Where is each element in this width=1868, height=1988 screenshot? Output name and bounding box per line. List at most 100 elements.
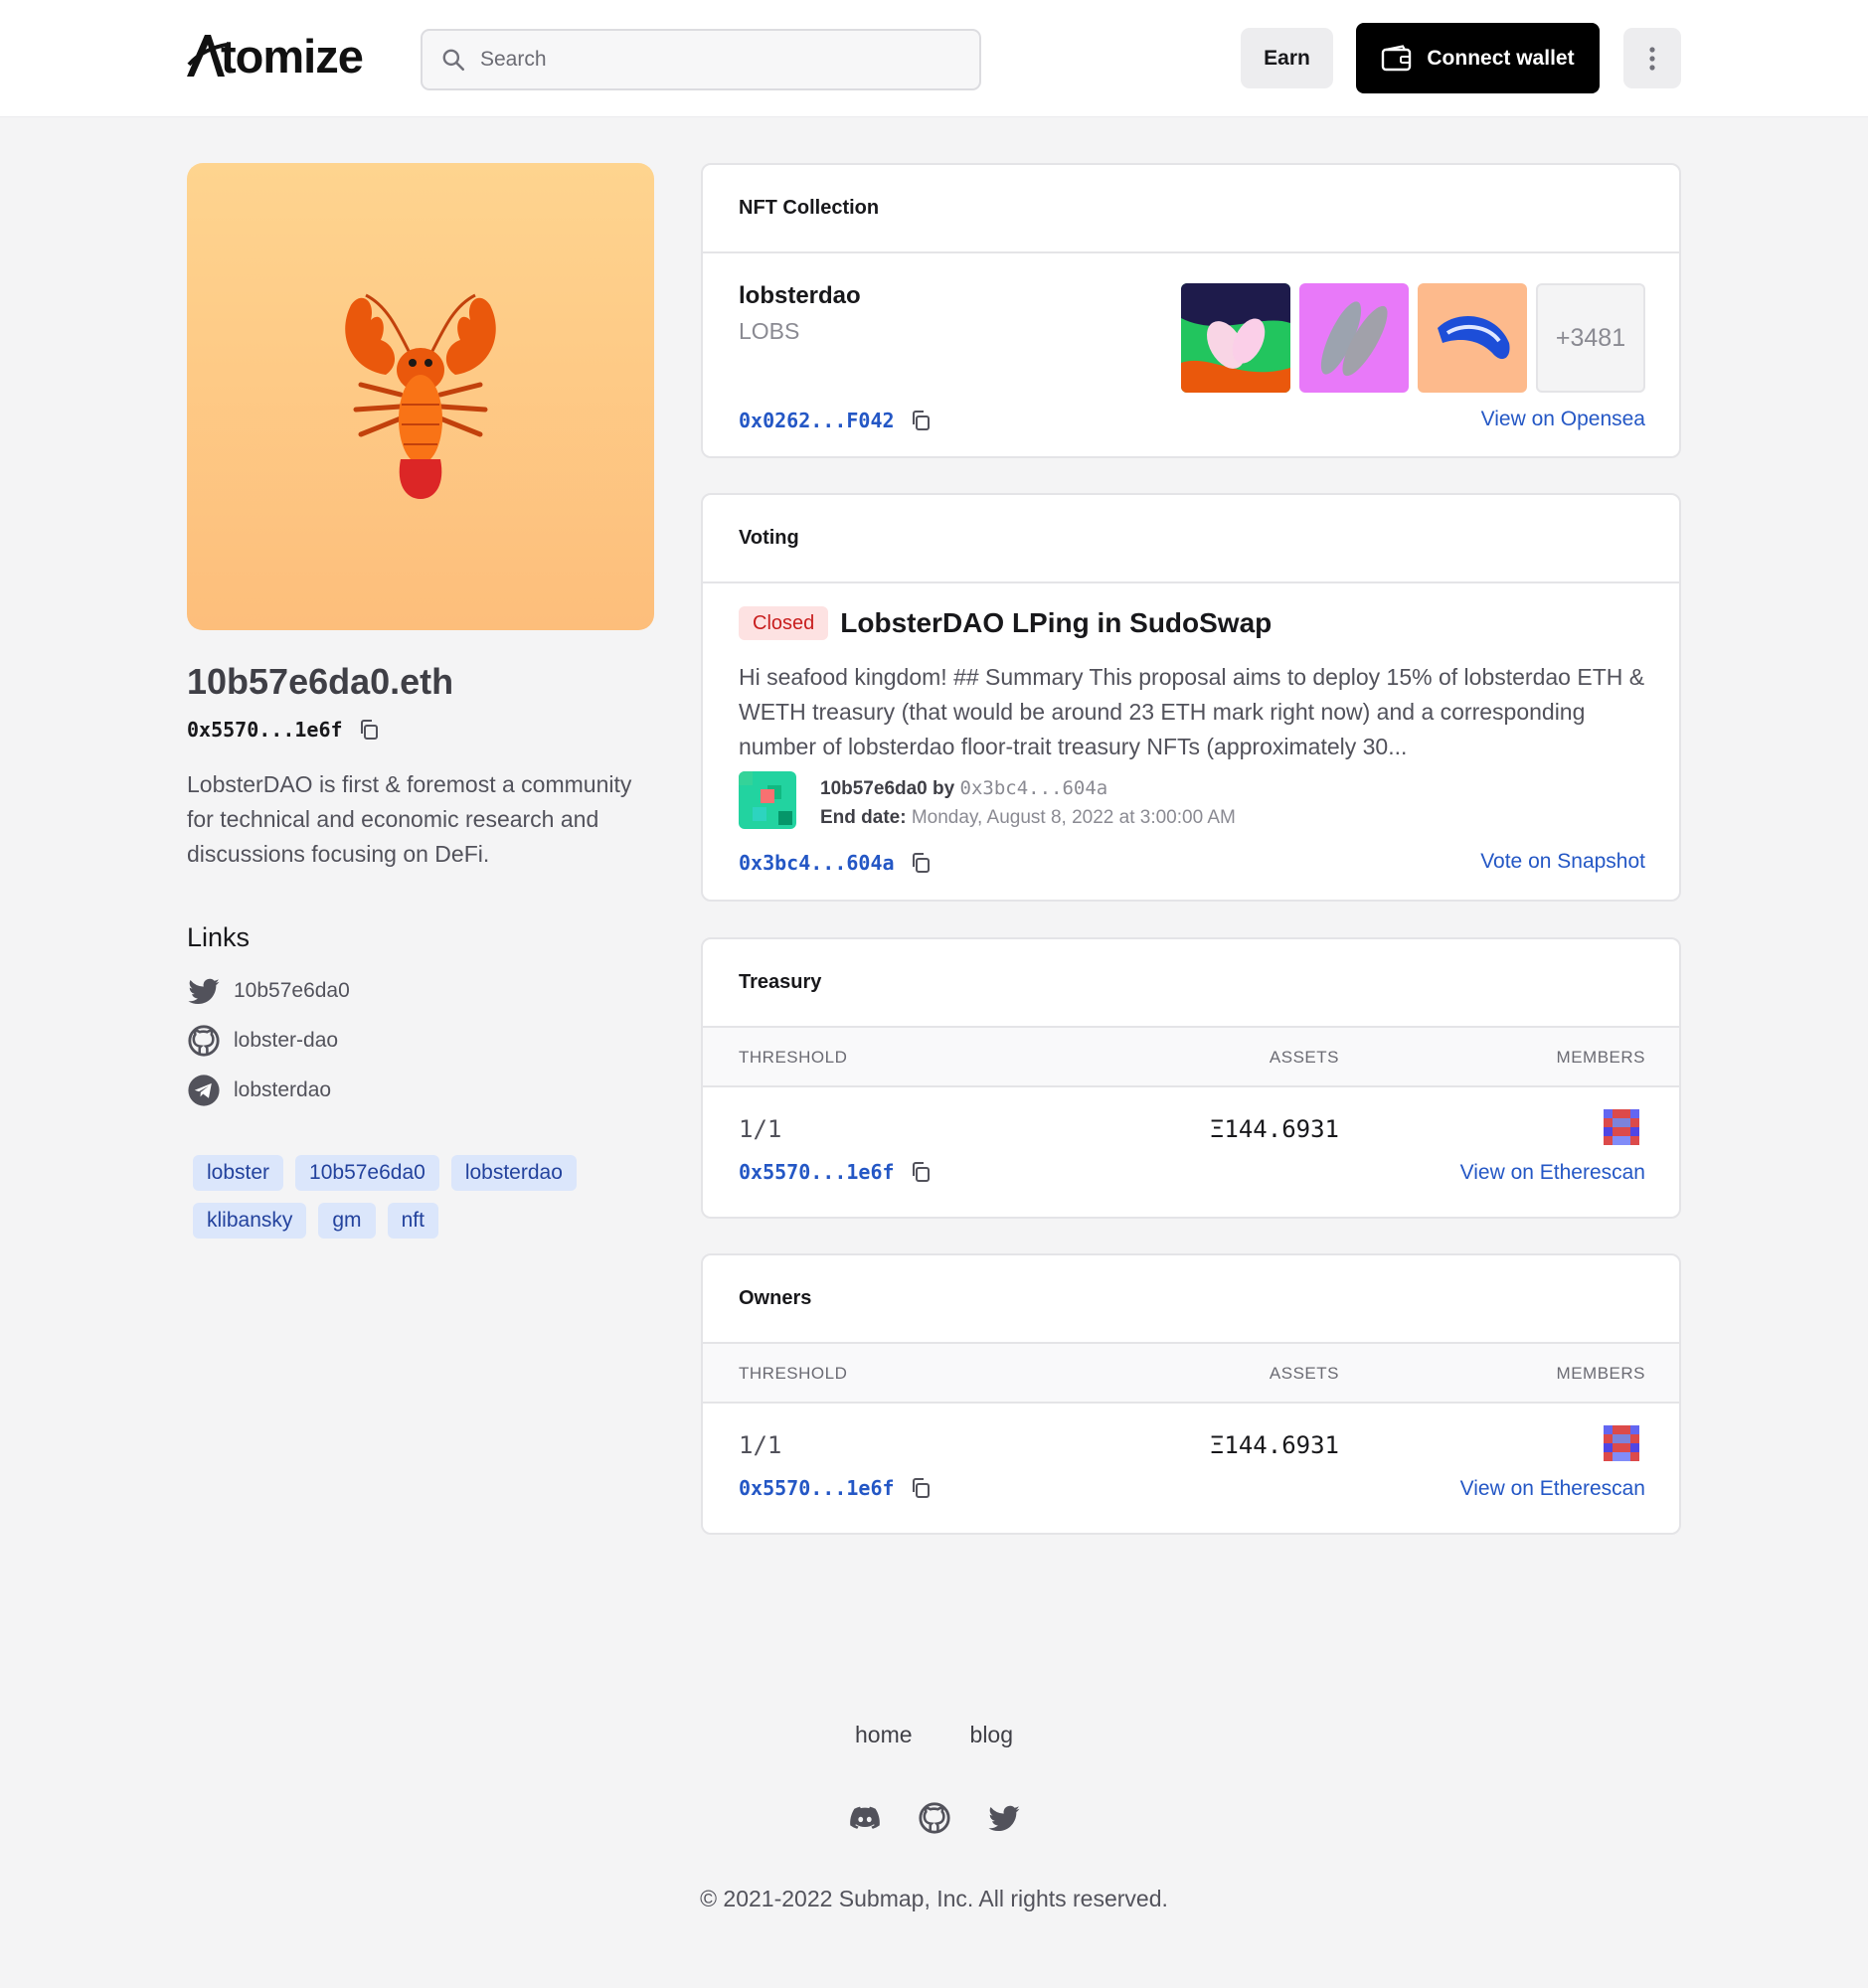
nft-collection-symbol: LOBS: [739, 318, 800, 344]
nft-more-count[interactable]: +3481: [1536, 283, 1645, 393]
tag[interactable]: klibansky: [193, 1203, 307, 1239]
logo[interactable]: tomize: [185, 28, 364, 83]
copy-icon[interactable]: [909, 851, 933, 875]
link-label: lobsterdao: [234, 1078, 332, 1101]
vote-on-snapshot-link[interactable]: Vote on Snapshot: [1480, 850, 1645, 874]
assets-value: Ξ144.6931: [1209, 1115, 1339, 1143]
proposal-title-row: Closed LobsterDAO LPing in SudoSwap: [739, 606, 1272, 640]
treasury-card: Treasury THRESHOLD ASSETS MEMBERS 1/1 Ξ1…: [701, 937, 1681, 1219]
more-menu-button[interactable]: [1623, 28, 1681, 88]
copy-icon[interactable]: [909, 1160, 933, 1184]
proposal-title[interactable]: LobsterDAO LPing in SudoSwap: [840, 607, 1272, 639]
threshold-value: 1/1: [739, 1115, 782, 1143]
col-assets: ASSETS: [1269, 1364, 1339, 1383]
footer-link-home[interactable]: home: [855, 1722, 913, 1748]
copy-icon[interactable]: [909, 1476, 933, 1500]
owners-address-text: 0x5570...1e6f: [739, 1476, 895, 1500]
nft-collection-name: lobsterdao: [739, 282, 861, 309]
voting-card: Voting Closed LobsterDAO LPing in SudoSw…: [701, 493, 1681, 902]
proposal-end-line: End date: Monday, August 8, 2022 at 3:00…: [820, 803, 1236, 832]
link-twitter[interactable]: 10b57e6da0: [187, 974, 350, 1008]
col-assets: ASSETS: [1269, 1048, 1339, 1067]
voting-card-heading: Voting: [703, 495, 1679, 583]
proposal-meta: 10b57e6da0 by 0x3bc4...604a End date: Mo…: [739, 771, 1236, 832]
view-on-etherscan-link[interactable]: View on Etherescan: [1460, 1161, 1645, 1185]
more-vertical-icon: [1649, 46, 1655, 71]
status-badge: Closed: [739, 606, 829, 640]
tag[interactable]: lobsterdao: [450, 1155, 577, 1191]
connect-wallet-label: Connect wallet: [1427, 46, 1575, 70]
logo-text: tomize: [221, 29, 364, 83]
proposal-meta-lines: 10b57e6da0 by 0x3bc4...604a End date: Mo…: [820, 774, 1236, 832]
footer-social-icons: [0, 1801, 1868, 1835]
proposal-body: Hi seafood kingdom! ## Summary This prop…: [739, 664, 1645, 759]
profile-address-row: 0x5570...1e6f: [187, 718, 381, 742]
col-threshold: THRESHOLD: [739, 1048, 848, 1067]
owners-card: Owners THRESHOLD ASSETS MEMBERS 1/1 Ξ144…: [701, 1253, 1681, 1535]
threshold-value: 1/1: [739, 1431, 782, 1459]
nft-thumbnail[interactable]: [1299, 283, 1409, 393]
footer-link-blog[interactable]: blog: [970, 1722, 1013, 1748]
search-input[interactable]: [480, 48, 957, 72]
twitter-icon: [188, 978, 220, 1005]
earn-button[interactable]: Earn: [1241, 28, 1333, 88]
member-avatar[interactable]: [1604, 1109, 1639, 1145]
nft-collection-card: NFT Collection lobsterdao LOBS 0x0262...…: [701, 163, 1681, 458]
owners-row: 1/1 Ξ144.6931 0x5570...1e6f View on Ethe…: [703, 1404, 1679, 1533]
voting-address[interactable]: 0x3bc4...604a: [739, 851, 933, 875]
search-bar[interactable]: [421, 29, 981, 90]
tag[interactable]: lobster: [193, 1155, 284, 1191]
owners-card-heading: Owners: [703, 1255, 1679, 1344]
treasury-card-heading: Treasury: [703, 939, 1679, 1028]
nft-address-text: 0x0262...F042: [739, 409, 895, 432]
connect-wallet-button[interactable]: Connect wallet: [1356, 23, 1600, 93]
tag[interactable]: gm: [318, 1203, 376, 1239]
telegram-icon: [188, 1075, 220, 1106]
footer-links: home blog: [0, 1722, 1868, 1748]
owners-address[interactable]: 0x5570...1e6f: [739, 1476, 933, 1500]
top-nav: tomize Earn Connect wallet: [0, 0, 1868, 117]
profile-description: LobsterDAO is first & foremost a communi…: [187, 771, 632, 867]
nft-card-heading: NFT Collection: [703, 165, 1679, 253]
profile-avatar: [187, 163, 654, 630]
discord-icon[interactable]: [848, 1801, 882, 1835]
view-on-opensea-link[interactable]: View on Opensea: [1481, 408, 1645, 431]
lobster-emoji-icon: [345, 293, 496, 499]
tag[interactable]: 10b57e6da0: [295, 1155, 439, 1191]
link-github[interactable]: lobster-dao: [187, 1024, 338, 1058]
copy-icon[interactable]: [909, 409, 933, 432]
link-telegram[interactable]: lobsterdao: [187, 1074, 331, 1107]
twitter-icon[interactable]: [987, 1801, 1021, 1835]
nft-contract-address[interactable]: 0x0262...F042: [739, 409, 933, 432]
nft-thumbnails: +3481: [1181, 283, 1645, 393]
owners-table-header: THRESHOLD ASSETS MEMBERS: [703, 1344, 1679, 1404]
profile-address: 0x5570...1e6f: [187, 718, 343, 742]
proposal-by-label: by: [933, 778, 955, 799]
end-date-label: End date:: [820, 807, 907, 828]
github-icon[interactable]: [918, 1801, 951, 1835]
tag[interactable]: nft: [387, 1203, 438, 1239]
treasury-row: 1/1 Ξ144.6931 0x5570...1e6f View on Ethe…: [703, 1087, 1679, 1217]
treasury-address[interactable]: 0x5570...1e6f: [739, 1160, 933, 1184]
nft-thumbnail[interactable]: [1181, 283, 1290, 393]
tag-list: lobster 10b57e6da0 lobsterdao klibansky …: [193, 1155, 630, 1239]
copyright-text: © 2021-2022 Submap, Inc. All rights rese…: [700, 1886, 1168, 1911]
profile-ens-name: 10b57e6da0.eth: [187, 661, 454, 702]
link-label: 10b57e6da0: [234, 979, 350, 1002]
end-date-value: Monday, August 8, 2022 at 3:00:00 AM: [911, 807, 1236, 828]
col-threshold: THRESHOLD: [739, 1364, 848, 1383]
nft-thumbnail[interactable]: [1418, 283, 1527, 393]
proposal-author: 10b57e6da0: [820, 778, 928, 799]
member-avatar[interactable]: [1604, 1425, 1639, 1461]
proposal-author-line: 10b57e6da0 by 0x3bc4...604a: [820, 774, 1236, 803]
treasury-address-text: 0x5570...1e6f: [739, 1160, 895, 1184]
col-members: MEMBERS: [1556, 1048, 1645, 1067]
voting-address-text: 0x3bc4...604a: [739, 851, 895, 875]
link-label: lobster-dao: [234, 1029, 339, 1052]
copy-icon[interactable]: [357, 718, 381, 742]
view-on-etherscan-link[interactable]: View on Etherescan: [1460, 1477, 1645, 1501]
assets-value: Ξ144.6931: [1209, 1431, 1339, 1459]
links-heading: Links: [187, 922, 251, 952]
treasury-table-header: THRESHOLD ASSETS MEMBERS: [703, 1028, 1679, 1087]
col-members: MEMBERS: [1556, 1364, 1645, 1383]
